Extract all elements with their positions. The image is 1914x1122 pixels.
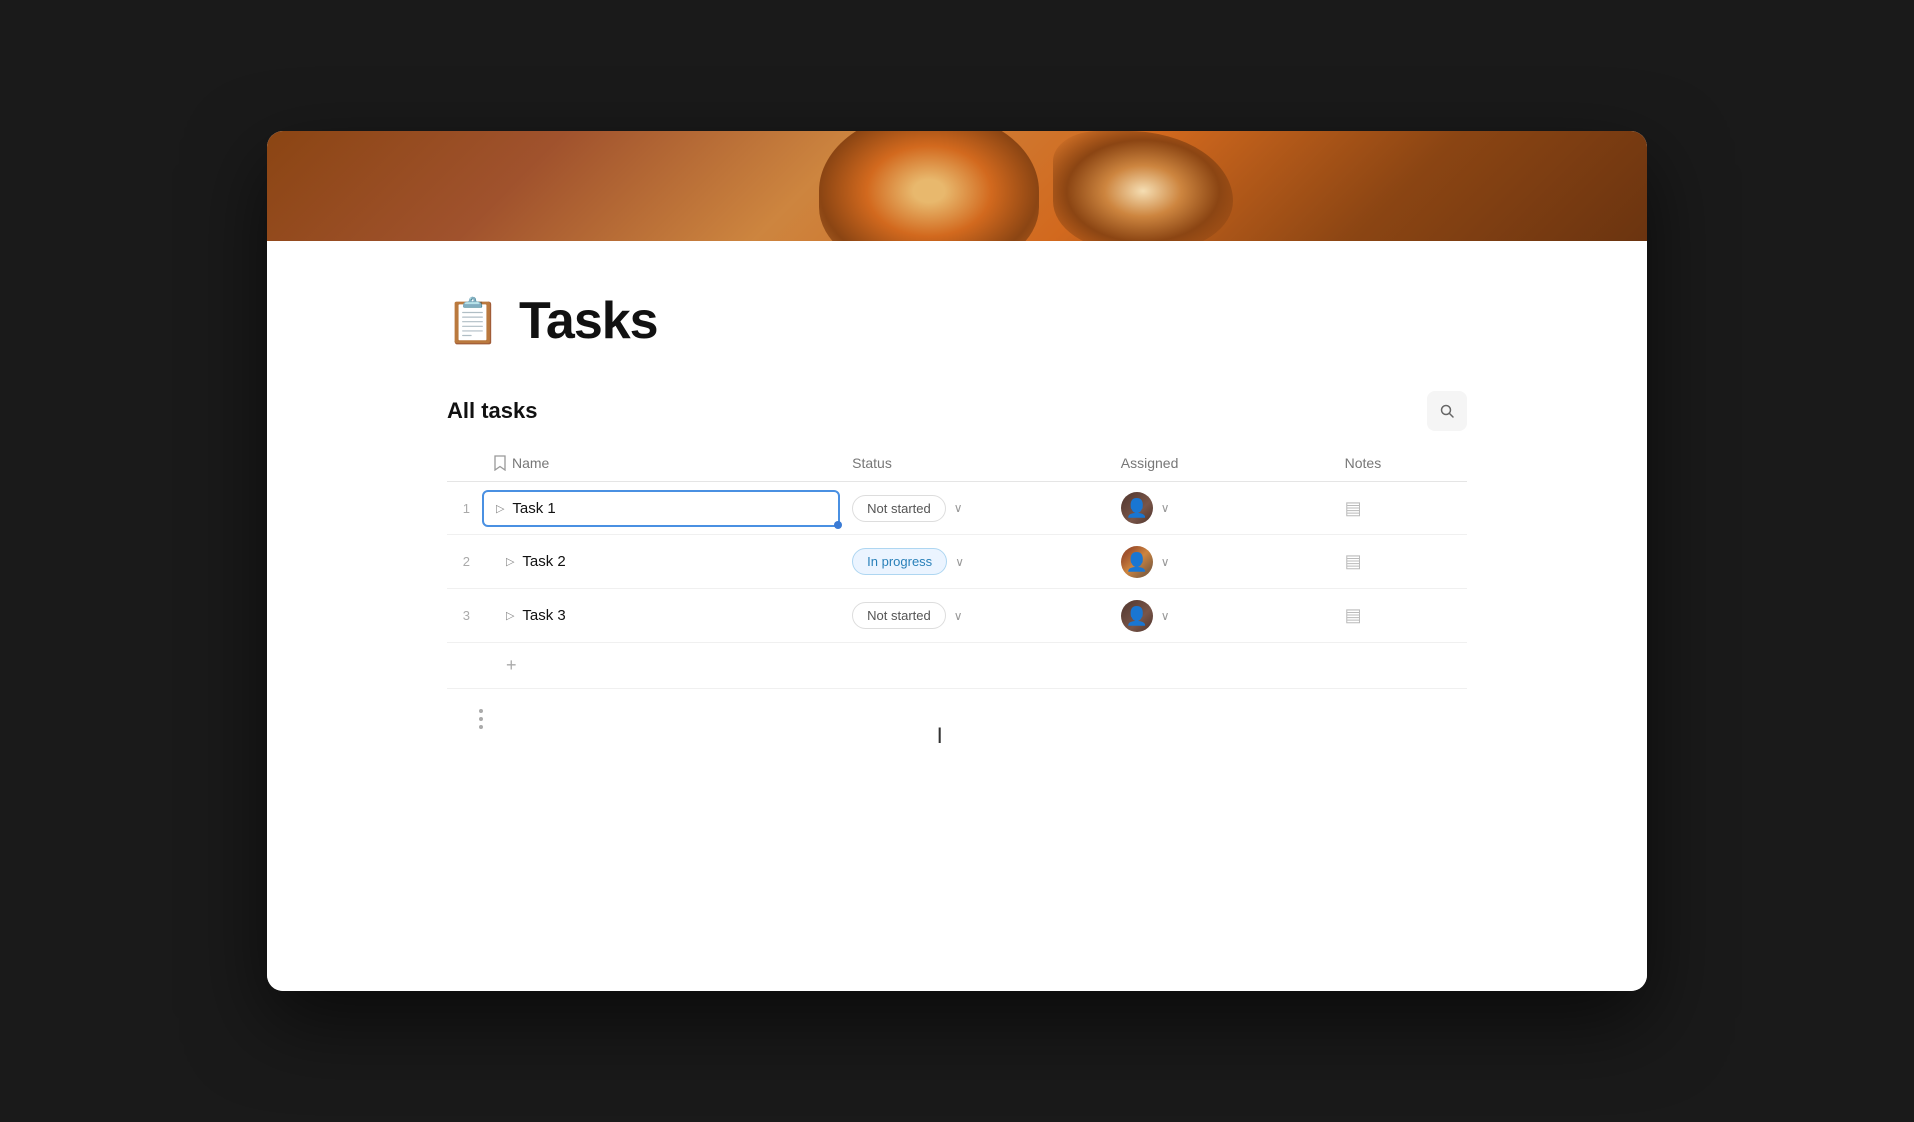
notes-cell: ▤ [1333,589,1467,643]
table-row: 1 ▷ Task 1 Not started ∨ [447,482,1467,535]
col-status-header: Status [840,447,1109,482]
dot [479,709,483,713]
table-header: Name Status Assigned Notes [447,447,1467,482]
avatar: 👤 [1121,492,1153,524]
drag-handle[interactable] [834,521,842,529]
row-number: 2 [447,535,482,589]
dot [479,717,483,721]
status-badge[interactable]: Not started [852,602,946,629]
add-row-num [447,643,482,689]
section-title: All tasks [447,398,538,424]
dot [479,725,483,729]
page-title: Tasks [519,291,658,351]
task-name-cell[interactable]: ▷ Task 1 [482,482,840,535]
status-badge[interactable]: In progress [852,548,947,575]
assigned-cell: 👤 ∨ [1109,589,1333,643]
bookmark-icon [494,455,506,471]
status-chevron[interactable]: ∨ [954,501,963,515]
expand-arrow[interactable]: ▷ [496,502,504,515]
row-number: 1 [447,482,482,535]
assigned-chevron[interactable]: ∨ [1161,609,1170,623]
col-num-header [447,447,482,482]
notes-cell: ▤ [1333,535,1467,589]
status-badge[interactable]: Not started [852,495,946,522]
task-name-text: Task 3 [522,607,565,624]
status-chevron[interactable]: ∨ [955,555,964,569]
app-window: 📋 Tasks All tasks [267,131,1647,991]
col-assigned-header: Assigned [1109,447,1333,482]
table-row: 3 ▷ Task 3 Not started ∨ [447,589,1467,643]
status-chevron[interactable]: ∨ [954,609,963,623]
notes-icon[interactable]: ▤ [1345,498,1362,518]
expand-arrow[interactable]: ▷ [506,555,514,568]
add-task-button[interactable]: + [494,653,529,678]
assigned-cell: 👤 ∨ [1109,482,1333,535]
task-name-text: Task 2 [522,553,565,570]
status-cell: Not started ∨ [840,589,1109,643]
notes-icon[interactable]: ▤ [1345,551,1362,571]
col-notes-header: Notes [1333,447,1467,482]
page-icon: 📋 [447,295,499,347]
expand-arrow[interactable]: ▷ [506,609,514,622]
text-cursor: I [937,723,943,749]
section-header: All tasks [447,391,1467,431]
assigned-cell: 👤 ∨ [1109,535,1333,589]
content-area: 📋 Tasks All tasks [267,241,1647,991]
header-banner [267,131,1647,241]
page-title-section: 📋 Tasks [447,241,1467,391]
search-icon [1439,403,1455,419]
status-cell: In progress ∨ [840,535,1109,589]
status-cell: Not started ∨ [840,482,1109,535]
assigned-chevron[interactable]: ∨ [1161,555,1170,569]
task-name-cell[interactable]: ▷ Task 2 [482,535,840,589]
add-row: + [447,643,1467,689]
tasks-table: Name Status Assigned Notes [447,447,1467,689]
notes-icon[interactable]: ▤ [1345,605,1362,625]
avatar: 👤 [1121,546,1153,578]
col-name-header: Name [482,447,840,482]
add-row-cell: + [482,643,1467,689]
avatar: 👤 [1121,600,1153,632]
assigned-chevron[interactable]: ∨ [1161,501,1170,515]
context-menu-button[interactable] [479,709,483,729]
task-name-text: Task 1 [512,500,555,517]
notes-cell: ▤ [1333,482,1467,535]
task-name-cell[interactable]: ▷ Task 3 [482,589,840,643]
table-row: 2 ▷ Task 2 In progress ∨ [447,535,1467,589]
search-button[interactable] [1427,391,1467,431]
row-number: 3 [447,589,482,643]
